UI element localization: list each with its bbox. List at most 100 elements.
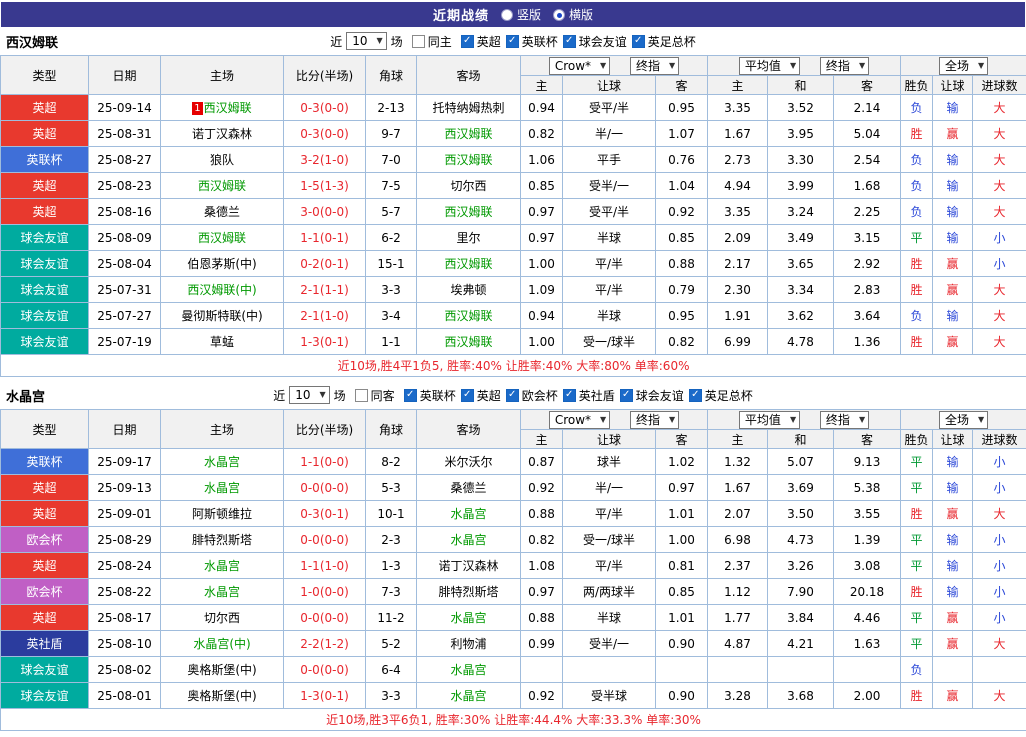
results-table: 类型 日期 主场 比分(半场) 角球 客场 Crow* ▼ 终指 ▼ 平均值 ▼ 终指… (0, 409, 1026, 731)
bookmaker-select[interactable]: Crow* ▼ (548, 56, 611, 75)
match-date: 25-08-04 (88, 250, 161, 277)
away-team-name[interactable]: 水晶宫 (450, 689, 486, 703)
avg-time-select[interactable]: 终指 ▼ (819, 410, 870, 429)
home-team-name[interactable]: 草蜢 (210, 335, 234, 349)
away-team-name[interactable]: 米尔沃尔 (444, 455, 492, 469)
home-team-name[interactable]: 阿斯顿维拉 (192, 507, 252, 521)
home-team-name[interactable]: 诺丁汉森林 (192, 127, 252, 141)
avg-away-odds: 3.55 (832, 500, 902, 527)
match-type-badge: 英超 (0, 500, 89, 527)
away-odds: 0.90 (655, 682, 708, 709)
match-row: 英超 25-09-01 阿斯顿维拉 0-3(0-1) 10-1 水晶宫 0.88 平/半 1.0… (0, 500, 1026, 527)
league-filter-checkbox[interactable]: 英联杯 (505, 33, 558, 50)
away-team-name[interactable]: 埃弗顿 (450, 283, 486, 297)
match-date: 25-08-16 (88, 198, 161, 225)
chevron-down-icon: ▼ (376, 36, 383, 45)
avg-home-odds: 2.73 (707, 146, 768, 173)
away-team-name[interactable]: 里尔 (456, 231, 480, 245)
home-team-name[interactable]: 水晶宫 (204, 455, 240, 469)
away-team-name[interactable]: 西汉姆联 (444, 309, 492, 323)
avg-time-select[interactable]: 终指 ▼ (819, 56, 870, 75)
league-filter-checkbox[interactable]: 英社盾 (562, 387, 615, 404)
home-team-name[interactable]: 水晶宫 (204, 481, 240, 495)
away-team-name[interactable]: 切尔西 (450, 179, 486, 193)
league-filter-checkbox[interactable]: 英足总杯 (631, 33, 696, 50)
league-filter-group: 英超 英联杯 球会友谊 英足总杯 (456, 32, 696, 50)
result-wdl: 平 (900, 448, 934, 475)
league-filter-checkbox[interactable]: 英超 (460, 33, 501, 50)
games-label: 场 (390, 34, 403, 49)
match-row: 英超 25-08-16 桑德兰 3-0(0-0) 5-7 西汉姆联 0.97 受平/半 0.92… (0, 198, 1026, 225)
scope-select-value: 全场 (944, 58, 969, 73)
away-team-name[interactable]: 水晶宫 (450, 507, 486, 521)
avg-select[interactable]: 平均值 ▼ (738, 56, 801, 75)
home-team-name[interactable]: 奥格斯堡(中) (187, 663, 256, 677)
league-filter-checkbox[interactable]: 球会友谊 (619, 387, 684, 404)
chevron-down-icon: ▼ (600, 60, 607, 70)
home-team-name[interactable]: 腓特烈斯塔 (192, 533, 252, 547)
home-team-name[interactable]: 切尔西 (204, 611, 240, 625)
recent-count-select[interactable]: 10 ▼ (346, 32, 387, 50)
away-team-name[interactable]: 西汉姆联 (444, 153, 492, 167)
avg-away-odds: 2.14 (832, 94, 902, 121)
away-team-cell: 里尔 (416, 224, 521, 251)
home-team-name[interactable]: 水晶宫 (204, 585, 240, 599)
home-team-name[interactable]: 西汉姆联(中) (187, 283, 256, 297)
col-type: 类型 (0, 409, 89, 449)
scope-select[interactable]: 全场 ▼ (938, 56, 989, 75)
away-team-name[interactable]: 桑德兰 (450, 481, 486, 495)
same-venue-checkbox[interactable]: 同主 (411, 33, 452, 50)
home-team-name[interactable]: 水晶宫 (204, 559, 240, 573)
layout-radio-horizontal[interactable]: 横版 (553, 6, 593, 23)
home-team-name[interactable]: 西汉姆联 (198, 179, 246, 193)
same-venue-checkbox[interactable]: 同客 (354, 387, 395, 404)
home-team-name[interactable]: 伯恩茅斯(中) (187, 257, 256, 271)
away-team-name[interactable]: 西汉姆联 (444, 127, 492, 141)
page-title: 近期战绩 (432, 9, 489, 24)
away-team-name[interactable]: 水晶宫 (450, 533, 486, 547)
away-team-name[interactable]: 利物浦 (450, 637, 486, 651)
odds-time-select[interactable]: 终指 ▼ (630, 56, 680, 75)
league-filter-checkbox[interactable]: 欧会杯 (505, 387, 558, 404)
match-row: 英超 25-08-17 切尔西 0-0(0-0) 11-2 水晶宫 0.88 半球 1.01 1.… (0, 604, 1026, 631)
home-team-name[interactable]: 西汉姆联 (204, 101, 252, 115)
odds-time-select[interactable]: 终指 ▼ (630, 410, 680, 429)
away-team-name[interactable]: 西汉姆联 (444, 335, 492, 349)
bookmaker-select[interactable]: Crow* ▼ (548, 410, 611, 429)
match-date: 25-09-17 (88, 448, 161, 475)
away-team-name[interactable]: 腓特烈斯塔 (438, 585, 498, 599)
checkbox-checked-icon (505, 388, 519, 402)
match-date: 25-08-01 (88, 682, 161, 709)
away-team-name[interactable]: 西汉姆联 (444, 257, 492, 271)
match-date: 25-09-01 (88, 500, 161, 527)
away-odds: 0.81 (655, 552, 708, 579)
away-team-name[interactable]: 托特纳姆热刺 (432, 101, 504, 115)
match-date: 25-08-22 (88, 578, 161, 605)
away-team-name[interactable]: 西汉姆联 (444, 205, 492, 219)
home-team-name[interactable]: 桑德兰 (204, 205, 240, 219)
home-team-name[interactable]: 曼彻斯特联(中) (181, 309, 262, 323)
away-team-name[interactable]: 水晶宫 (450, 663, 486, 677)
recent-count-select[interactable]: 10 ▼ (289, 386, 330, 404)
league-filter-checkbox[interactable]: 英足总杯 (688, 387, 753, 404)
home-team-name[interactable]: 西汉姆联 (198, 231, 246, 245)
home-team-name[interactable]: 奥格斯堡(中) (187, 689, 256, 703)
league-filter-label: 英超 (476, 34, 501, 49)
league-filter-checkbox[interactable]: 球会友谊 (562, 33, 627, 50)
away-team-cell: 水晶宫 (416, 656, 521, 683)
home-team-name[interactable]: 狼队 (210, 153, 234, 167)
away-team-name[interactable]: 诺丁汉森林 (438, 559, 498, 573)
handicap-line: 两/两球半 (562, 578, 656, 605)
scope-select[interactable]: 全场 ▼ (938, 410, 989, 429)
league-filter-checkbox[interactable]: 英联杯 (403, 387, 456, 404)
match-type-badge: 英超 (0, 172, 89, 199)
col-score: 比分(半场) (283, 55, 366, 95)
away-team-name[interactable]: 水晶宫 (450, 611, 486, 625)
home-team-name[interactable]: 水晶宫(中) (193, 637, 250, 651)
league-filter-checkbox[interactable]: 英超 (460, 387, 501, 404)
checkbox-checked-icon (562, 34, 576, 48)
result-wdl: 平 (900, 604, 934, 631)
avg-select[interactable]: 平均值 ▼ (738, 410, 801, 429)
result-handicap: 赢 (932, 604, 974, 631)
layout-radio-vertical[interactable]: 竖版 (500, 6, 541, 23)
